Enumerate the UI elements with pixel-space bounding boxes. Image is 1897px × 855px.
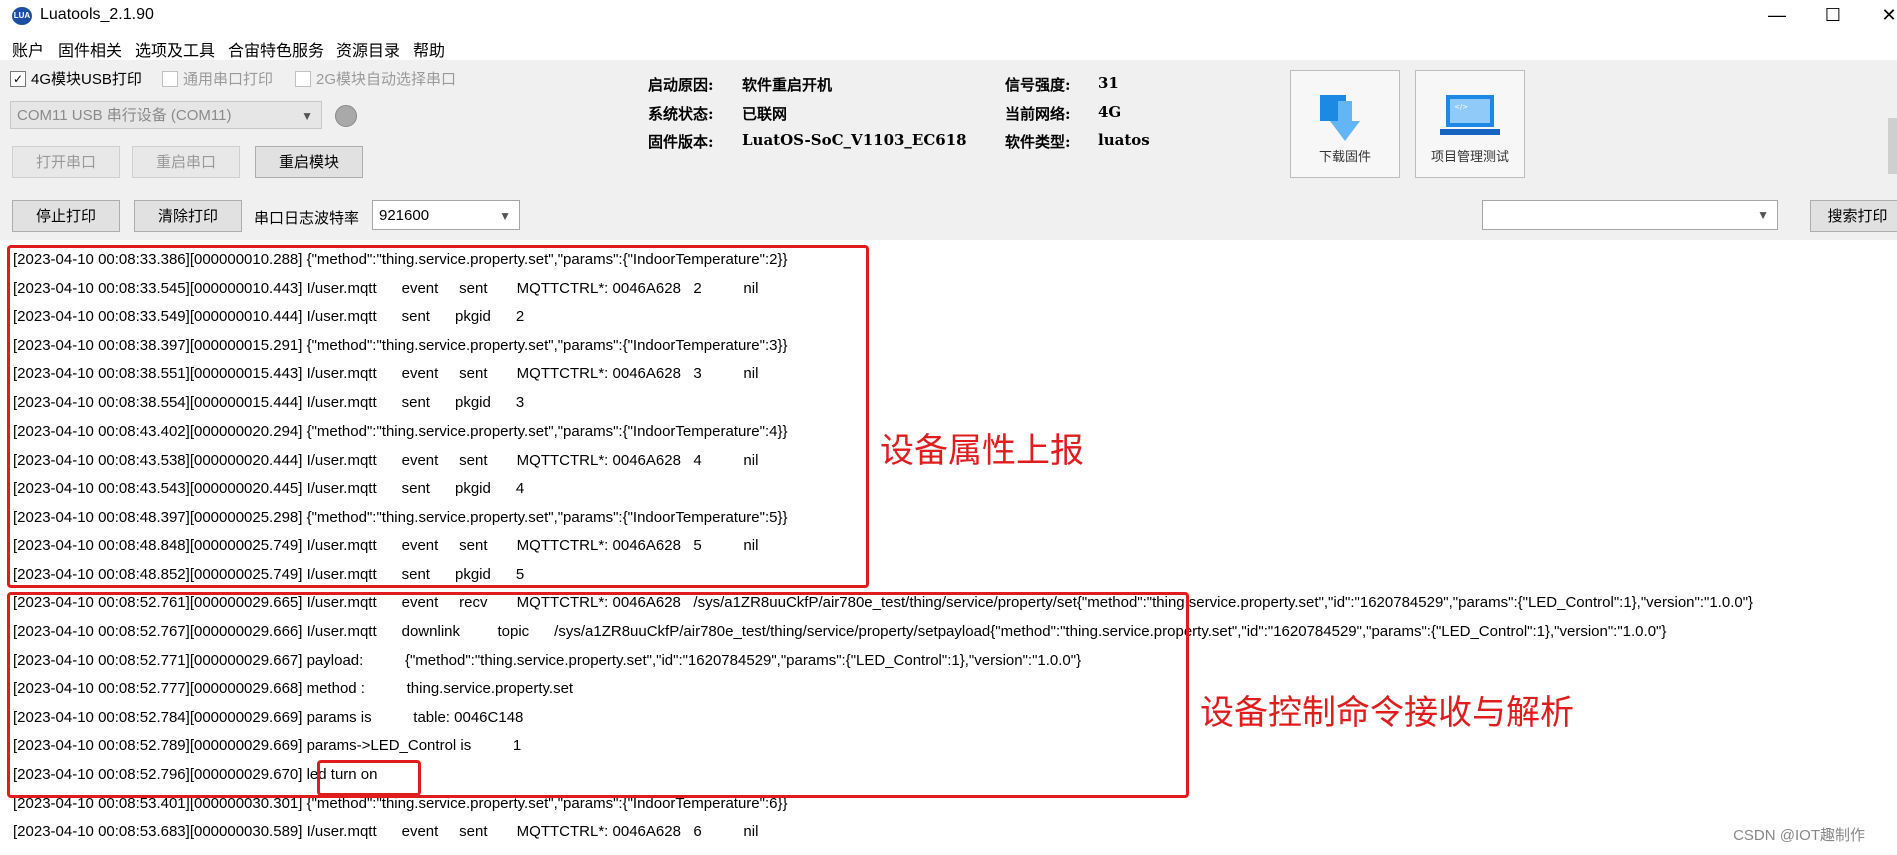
- port-select-value: COM11 USB 串行设备 (COM11): [17, 107, 232, 124]
- svg-text:</>: </>: [1454, 103, 1468, 111]
- serial-print-checkbox[interactable]: 通用串口打印: [162, 68, 273, 89]
- menu-services[interactable]: 合宙特色服务: [228, 37, 324, 61]
- project-test-label: 项目管理测试: [1430, 149, 1509, 164]
- report-highlight-box: [7, 245, 869, 588]
- software-type-label: 软件类型:: [1005, 133, 1071, 151]
- network-label: 当前网络:: [1005, 105, 1071, 123]
- menu-bar: 账户 固件相关 选项及工具 合宙特色服务 资源目录 帮助: [0, 32, 1897, 60]
- search-input[interactable]: ▼: [1482, 200, 1778, 230]
- stop-print-button[interactable]: 停止打印: [12, 200, 120, 232]
- project-test-button[interactable]: </> 项目管理测试: [1415, 70, 1525, 178]
- watermark: CSDN @IOT趣制作: [1733, 827, 1865, 844]
- signal-value: 31: [1098, 74, 1119, 92]
- system-status-value: 已联网: [742, 105, 788, 123]
- window-title: Luatools_2.1.90: [40, 6, 154, 23]
- minimize-button[interactable]: —: [1749, 0, 1805, 32]
- open-port-button[interactable]: 打开串口: [12, 146, 120, 178]
- control-highlight-box: [7, 592, 1189, 798]
- log-panel[interactable]: [2023-04-10 00:08:33.386][000000010.288]…: [0, 245, 1880, 855]
- boot-reason-label: 启动原因:: [648, 76, 714, 94]
- download-firmware-label: 下载固件: [1318, 149, 1371, 164]
- scrollbar-handle[interactable]: [1888, 118, 1897, 174]
- download-firmware-button[interactable]: 下载固件: [1290, 70, 1400, 178]
- refresh-port-button[interactable]: [335, 105, 357, 127]
- menu-resources[interactable]: 资源目录: [336, 37, 400, 61]
- led-highlight-box: [317, 760, 421, 796]
- menu-firmware[interactable]: 固件相关: [58, 37, 122, 61]
- network-value: 4G: [1098, 103, 1122, 121]
- baud-label: 串口日志波特率: [254, 210, 360, 227]
- firmware-value: LuatOS-SoC_V1103_EC618: [742, 131, 967, 149]
- signal-label: 信号强度:: [1005, 76, 1071, 94]
- auto-select-checkbox[interactable]: 2G模块自动选择串口: [295, 68, 456, 89]
- port-select[interactable]: COM11 USB 串行设备 (COM11) ▼: [10, 101, 322, 129]
- checkbox-checked-icon: ✓: [10, 70, 26, 87]
- serial-print-label: 通用串口打印: [183, 71, 274, 88]
- system-status-label: 系统状态:: [648, 105, 714, 123]
- close-button[interactable]: ✕: [1861, 0, 1897, 32]
- maximize-button[interactable]: ☐: [1805, 0, 1861, 32]
- restart-port-button[interactable]: 重启串口: [132, 146, 240, 178]
- log-line: [2023-04-10 00:08:53.683][000000030.589]…: [13, 823, 759, 840]
- menu-help[interactable]: 帮助: [413, 37, 445, 61]
- usb-print-checkbox[interactable]: ✓ 4G模块USB打印: [10, 68, 142, 89]
- download-arrow-icon: [1320, 95, 1360, 141]
- chevron-down-icon: ▼: [499, 209, 511, 223]
- control-panel: ✓ 4G模块USB打印 通用串口打印 2G模块自动选择串口 COM11 USB …: [0, 60, 1897, 240]
- baud-select-value: 921600: [379, 207, 430, 224]
- usb-print-label: 4G模块USB打印: [31, 71, 142, 88]
- app-logo-icon: LUA: [12, 7, 32, 25]
- laptop-icon: </>: [1440, 95, 1500, 135]
- restart-module-button[interactable]: 重启模块: [255, 146, 363, 178]
- chevron-down-icon: ▼: [1757, 208, 1769, 222]
- clear-print-button[interactable]: 清除打印: [134, 200, 242, 232]
- boot-reason-value: 软件重启开机: [742, 76, 833, 94]
- software-type-value: luatos: [1098, 131, 1150, 149]
- menu-account[interactable]: 账户: [12, 37, 44, 61]
- baud-select[interactable]: 921600 ▼: [372, 200, 520, 230]
- title-bar: LUA Luatools_2.1.90 — ☐ ✕: [0, 0, 1897, 32]
- chevron-down-icon: ▼: [301, 109, 313, 123]
- firmware-label: 固件版本:: [648, 133, 714, 151]
- auto-select-label: 2G模块自动选择串口: [316, 71, 457, 88]
- checkbox-empty-icon: [295, 70, 311, 87]
- checkbox-empty-icon: [162, 70, 178, 87]
- control-annotation: 设备控制命令接收与解析: [1200, 694, 1574, 732]
- menu-options[interactable]: 选项及工具: [135, 37, 215, 61]
- search-print-button[interactable]: 搜索打印: [1810, 200, 1897, 232]
- report-annotation: 设备属性上报: [880, 432, 1084, 470]
